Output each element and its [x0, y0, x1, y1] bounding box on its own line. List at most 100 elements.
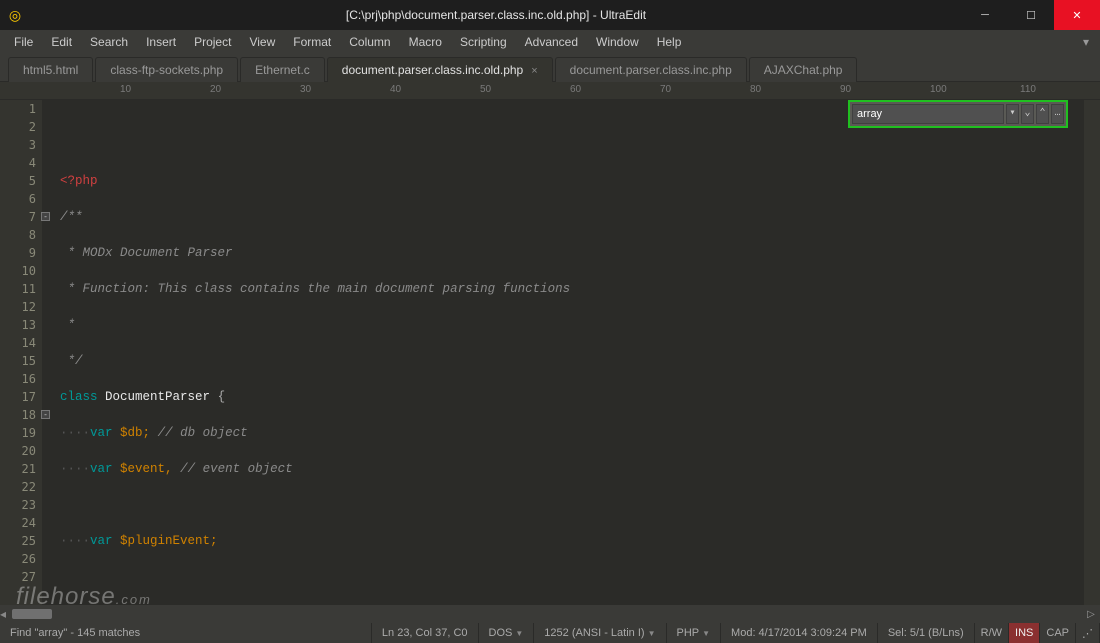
- window-controls: ─ ☐ ✕: [962, 0, 1100, 30]
- tab-document[interactable]: document.parser.class.inc.php: [555, 57, 747, 82]
- chevron-down-icon: ▼: [648, 629, 656, 638]
- maximize-button[interactable]: ☐: [1008, 0, 1054, 30]
- close-tab-icon[interactable]: ×: [531, 65, 537, 77]
- tab-class-ftp[interactable]: class-ftp-sockets.php: [95, 57, 238, 82]
- menu-scripting[interactable]: Scripting: [452, 32, 515, 52]
- tab-html5[interactable]: html5.html: [8, 57, 93, 82]
- status-capslock: CAP: [1040, 623, 1076, 643]
- ruler-tick: 110: [1020, 84, 1036, 95]
- code-line: /**: [60, 208, 1084, 226]
- ruler-tick: 90: [840, 84, 851, 95]
- code-line: <?php: [60, 172, 1084, 190]
- line-number: 1: [0, 100, 36, 118]
- menu-macro[interactable]: Macro: [401, 32, 450, 52]
- ruler-tick: 50: [480, 84, 491, 95]
- line-number: 19: [0, 424, 36, 442]
- menu-bar: File Edit Search Insert Project View For…: [0, 30, 1100, 54]
- line-number: 11: [0, 280, 36, 298]
- menu-file[interactable]: File: [6, 32, 41, 52]
- menu-edit[interactable]: Edit: [43, 32, 80, 52]
- line-number: 8: [0, 226, 36, 244]
- app-icon: ◎: [0, 7, 30, 24]
- ruler-tick: 80: [750, 84, 761, 95]
- line-number: 24: [0, 514, 36, 532]
- menu-insert[interactable]: Insert: [138, 32, 184, 52]
- find-next-button[interactable]: ⌄: [1021, 104, 1034, 124]
- menu-view[interactable]: View: [241, 32, 283, 52]
- code-editor[interactable]: ▾ ⌄ ⌃ … <?php /** * MODx Document Parser…: [42, 100, 1084, 605]
- menu-advanced[interactable]: Advanced: [517, 32, 586, 52]
- menu-project[interactable]: Project: [186, 32, 239, 52]
- line-number: 26: [0, 550, 36, 568]
- status-encoding[interactable]: 1252 (ANSI - Latin I)▼: [534, 623, 666, 643]
- find-input[interactable]: [852, 104, 1004, 124]
- ruler-tick: 10: [120, 84, 131, 95]
- line-number: 3: [0, 136, 36, 154]
- menu-help[interactable]: Help: [649, 32, 690, 52]
- status-bar: Find "array" - 145 matches Ln 23, Col 37…: [0, 623, 1100, 643]
- tab-label: AJAXChat.php: [764, 63, 843, 77]
- find-dropdown-icon[interactable]: ▾: [1006, 104, 1019, 124]
- tab-label: html5.html: [23, 63, 78, 77]
- line-number: 5: [0, 172, 36, 190]
- editor-area: 1 2 3 4 5 6 7- 8 9 10 11 12 13 14 15 16 …: [0, 100, 1100, 605]
- window-title: [C:\prj\php\document.parser.class.inc.ol…: [30, 8, 962, 22]
- line-number: 25: [0, 532, 36, 550]
- ruler-tick: 40: [390, 84, 401, 95]
- find-more-button[interactable]: …: [1051, 104, 1064, 124]
- horizontal-scrollbar[interactable]: ◂ ▷: [0, 605, 1100, 623]
- line-number: 22: [0, 478, 36, 496]
- status-insert-mode[interactable]: INS: [1009, 623, 1040, 643]
- line-number: 18-: [0, 406, 36, 424]
- menu-column[interactable]: Column: [341, 32, 398, 52]
- chevron-down-icon: ▼: [702, 629, 710, 638]
- status-readwrite[interactable]: R/W: [975, 623, 1009, 643]
- line-number: 6: [0, 190, 36, 208]
- menu-overflow-icon[interactable]: ▾: [1078, 35, 1094, 49]
- code-line: ····var $db; // db object: [60, 424, 1084, 442]
- status-modified: Mod: 4/17/2014 3:09:24 PM: [721, 623, 878, 643]
- line-number: 17: [0, 388, 36, 406]
- scroll-thumb[interactable]: [12, 609, 52, 619]
- ruler-tick: 100: [930, 84, 947, 95]
- tab-label: document.parser.class.inc.old.php: [342, 63, 523, 77]
- tab-label: class-ftp-sockets.php: [110, 63, 223, 77]
- menu-format[interactable]: Format: [285, 32, 339, 52]
- code-line: * MODx Document Parser: [60, 244, 1084, 262]
- line-number: 12: [0, 298, 36, 316]
- line-number: 15: [0, 352, 36, 370]
- menu-search[interactable]: Search: [82, 32, 136, 52]
- tab-label: document.parser.class.inc.php: [570, 63, 732, 77]
- vertical-scrollbar[interactable]: [1084, 100, 1100, 605]
- status-find-result: Find "array" - 145 matches: [0, 623, 372, 643]
- line-number: 7-: [0, 208, 36, 226]
- menu-window[interactable]: Window: [588, 32, 647, 52]
- line-number: 4: [0, 154, 36, 172]
- status-position: Ln 23, Col 37, C0: [372, 623, 479, 643]
- tab-strip: html5.html class-ftp-sockets.php Etherne…: [0, 54, 1100, 82]
- find-prev-button[interactable]: ⌃: [1036, 104, 1049, 124]
- status-resize-grip-icon: ⋰: [1076, 623, 1100, 643]
- line-number: 20: [0, 442, 36, 460]
- minimize-button[interactable]: ─: [962, 0, 1008, 30]
- code-line: */: [60, 352, 1084, 370]
- tab-label: Ethernet.c: [255, 63, 310, 77]
- line-number: 27: [0, 568, 36, 586]
- status-selection: Sel: 5/1 (B/Lns): [878, 623, 975, 643]
- ruler-tick: 30: [300, 84, 311, 95]
- code-line: ····var $config=: [60, 604, 1084, 605]
- code-line: class DocumentParser {: [60, 388, 1084, 406]
- ruler-tick: 20: [210, 84, 221, 95]
- close-button[interactable]: ✕: [1054, 0, 1100, 30]
- tab-ajaxchat[interactable]: AJAXChat.php: [749, 57, 858, 82]
- ruler: 10 20 30 40 50 60 70 80 90 100 110: [0, 82, 1100, 100]
- line-number: 14: [0, 334, 36, 352]
- tab-document-old[interactable]: document.parser.class.inc.old.php ×: [327, 57, 553, 82]
- line-number-gutter: 1 2 3 4 5 6 7- 8 9 10 11 12 13 14 15 16 …: [0, 100, 42, 605]
- status-language[interactable]: PHP▼: [667, 623, 722, 643]
- scroll-corner-icon[interactable]: ▷: [1082, 605, 1100, 623]
- status-lineend[interactable]: DOS▼: [479, 623, 535, 643]
- ruler-tick: 70: [660, 84, 671, 95]
- tab-ethernet[interactable]: Ethernet.c: [240, 57, 325, 82]
- code-line: ····var $event, // event object: [60, 460, 1084, 478]
